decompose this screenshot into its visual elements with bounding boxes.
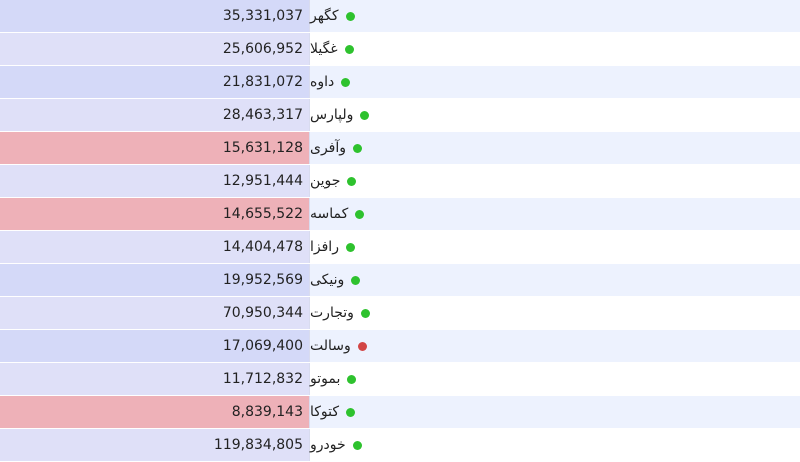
table-row[interactable]: 17,069,400 وسالت bbox=[0, 330, 800, 363]
symbol-cell: وآفری bbox=[310, 132, 800, 164]
table-row[interactable]: 21,831,072 داوه bbox=[0, 66, 800, 99]
table-row[interactable]: 19,952,569 ونیکی bbox=[0, 264, 800, 297]
table-row[interactable]: 119,834,805 خودرو bbox=[0, 429, 800, 462]
symbol-label[interactable]: ونیکی bbox=[310, 272, 344, 288]
symbol-cell: بموتو bbox=[310, 363, 800, 395]
symbol-label[interactable]: وسالت bbox=[310, 338, 351, 354]
table-row[interactable]: 14,655,522 کماسه bbox=[0, 198, 800, 231]
table-row[interactable]: 14,404,478 رافزا bbox=[0, 231, 800, 264]
symbol-label[interactable]: غگیلا bbox=[310, 41, 338, 57]
value-cell: 12,951,444 bbox=[0, 165, 310, 197]
symbol-label[interactable]: وآفری bbox=[310, 140, 346, 156]
value-cell: 17,069,400 bbox=[0, 330, 310, 362]
value-cell: 21,831,072 bbox=[0, 66, 310, 98]
value-cell: 19,952,569 bbox=[0, 264, 310, 296]
symbol-label[interactable]: کتوکا bbox=[310, 404, 339, 420]
symbol-label[interactable]: رافزا bbox=[310, 239, 339, 255]
value-cell: 14,655,522 bbox=[0, 198, 310, 230]
symbol-label[interactable]: بموتو bbox=[310, 371, 340, 387]
symbol-label[interactable]: داوه bbox=[310, 74, 334, 90]
value-cell: 11,712,832 bbox=[0, 363, 310, 395]
value-cell: 25,606,952 bbox=[0, 33, 310, 65]
status-dot-icon bbox=[345, 11, 355, 21]
table-row[interactable]: 28,463,317 ولپارس bbox=[0, 99, 800, 132]
value-cell: 119,834,805 bbox=[0, 429, 310, 461]
symbol-label[interactable]: کگهر bbox=[310, 8, 339, 24]
symbol-label[interactable]: ولپارس bbox=[310, 107, 353, 123]
symbol-cell: جوین bbox=[310, 165, 800, 197]
table-row[interactable]: 70,950,344 وتجارت bbox=[0, 297, 800, 330]
status-dot-icon bbox=[347, 176, 357, 186]
status-dot-icon bbox=[351, 275, 361, 285]
status-dot-icon bbox=[345, 242, 355, 252]
symbol-cell: غگیلا bbox=[310, 33, 800, 65]
symbol-cell: وتجارت bbox=[310, 297, 800, 329]
status-dot-icon bbox=[357, 341, 367, 351]
stock-table: 35,331,037 کگهر 25,606,952 غگیلا 21,831,072 د… bbox=[0, 0, 800, 462]
symbol-cell: کماسه bbox=[310, 198, 800, 230]
status-dot-icon bbox=[353, 143, 363, 153]
table-row[interactable]: 12,951,444 جوین bbox=[0, 165, 800, 198]
value-cell: 28,463,317 bbox=[0, 99, 310, 131]
symbol-label[interactable]: کماسه bbox=[310, 206, 348, 222]
table-row[interactable]: 15,631,128 وآفری bbox=[0, 132, 800, 165]
table-row[interactable]: 8,839,143 کتوکا bbox=[0, 396, 800, 429]
symbol-cell: وسالت bbox=[310, 330, 800, 362]
value-cell: 14,404,478 bbox=[0, 231, 310, 263]
table-row[interactable]: 35,331,037 کگهر bbox=[0, 0, 800, 33]
symbol-cell: ونیکی bbox=[310, 264, 800, 296]
status-dot-icon bbox=[360, 110, 370, 120]
table-row[interactable]: 11,712,832 بموتو bbox=[0, 363, 800, 396]
table-row[interactable]: 25,606,952 غگیلا bbox=[0, 33, 800, 66]
status-dot-icon bbox=[341, 77, 351, 87]
symbol-cell: خودرو bbox=[310, 429, 800, 461]
symbol-cell: رافزا bbox=[310, 231, 800, 263]
symbol-cell: ولپارس bbox=[310, 99, 800, 131]
value-cell: 70,950,344 bbox=[0, 297, 310, 329]
status-dot-icon bbox=[344, 44, 354, 54]
symbol-cell: کتوکا bbox=[310, 396, 800, 428]
symbol-label[interactable]: خودرو bbox=[310, 437, 346, 453]
value-cell: 15,631,128 bbox=[0, 132, 310, 164]
status-dot-icon bbox=[346, 407, 356, 417]
status-dot-icon bbox=[352, 440, 362, 450]
value-cell: 35,331,037 bbox=[0, 0, 310, 32]
symbol-cell: داوه bbox=[310, 66, 800, 98]
symbol-label[interactable]: جوین bbox=[310, 173, 340, 189]
value-cell: 8,839,143 bbox=[0, 396, 310, 428]
symbol-cell: کگهر bbox=[310, 0, 800, 32]
status-dot-icon bbox=[355, 209, 365, 219]
symbol-label[interactable]: وتجارت bbox=[310, 305, 354, 321]
status-dot-icon bbox=[360, 308, 370, 318]
status-dot-icon bbox=[347, 374, 357, 384]
